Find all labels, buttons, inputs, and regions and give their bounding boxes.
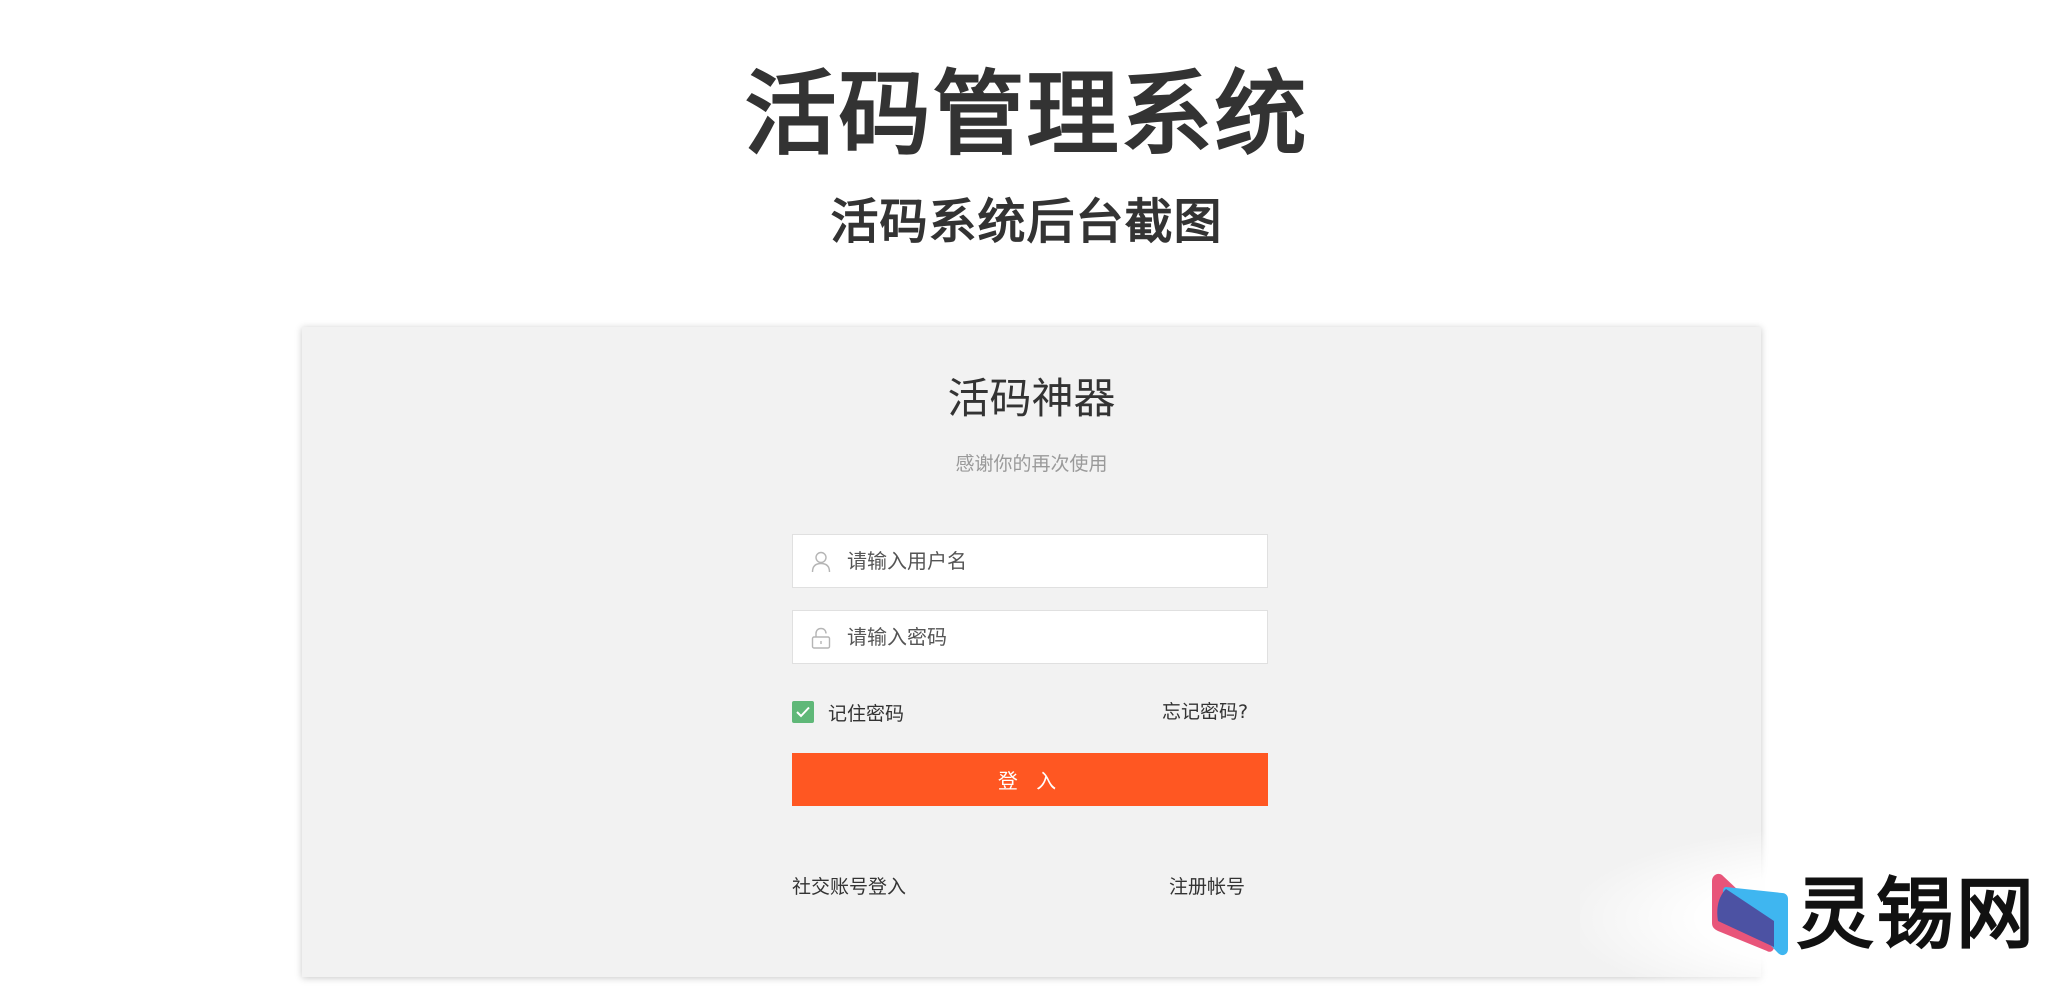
- username-field[interactable]: [792, 534, 1268, 588]
- check-icon: [796, 706, 810, 718]
- watermark-text: 灵锡网: [1796, 870, 2037, 960]
- register-link[interactable]: 注册帐号: [1169, 872, 1245, 899]
- user-icon: [811, 551, 831, 573]
- password-input[interactable]: [847, 611, 1257, 663]
- page: 活码管理系统 活码系统后台截图 活码神器 感谢你的再次使用 请输入用户名 记住密…: [0, 0, 2053, 991]
- remember-password[interactable]: 记住密码: [792, 699, 904, 725]
- page-title: 活码管理系统: [744, 61, 1309, 168]
- forgot-password-link[interactable]: 忘记密码?: [1162, 697, 1248, 724]
- watermark: 灵锡网: [1704, 865, 2036, 965]
- page-subtitle: 活码系统后台截图: [830, 194, 1223, 250]
- remember-checkbox[interactable]: [792, 701, 814, 723]
- social-login-link[interactable]: 社交账号登入: [792, 872, 906, 899]
- login-card-title: 活码神器: [947, 374, 1116, 423]
- login-card-subtitle: 感谢你的再次使用: [955, 453, 1108, 475]
- watermark-logo-icon: [1712, 873, 1788, 956]
- login-button[interactable]: 登 入: [792, 753, 1268, 806]
- remember-label: 记住密码: [828, 702, 905, 725]
- login-card: 活码神器 感谢你的再次使用 请输入用户名 记住密码 忘记密码? 登 入 社交账号…: [302, 327, 1761, 977]
- password-field[interactable]: [792, 610, 1268, 664]
- username-input[interactable]: [847, 535, 1257, 587]
- lock-icon: [811, 627, 831, 649]
